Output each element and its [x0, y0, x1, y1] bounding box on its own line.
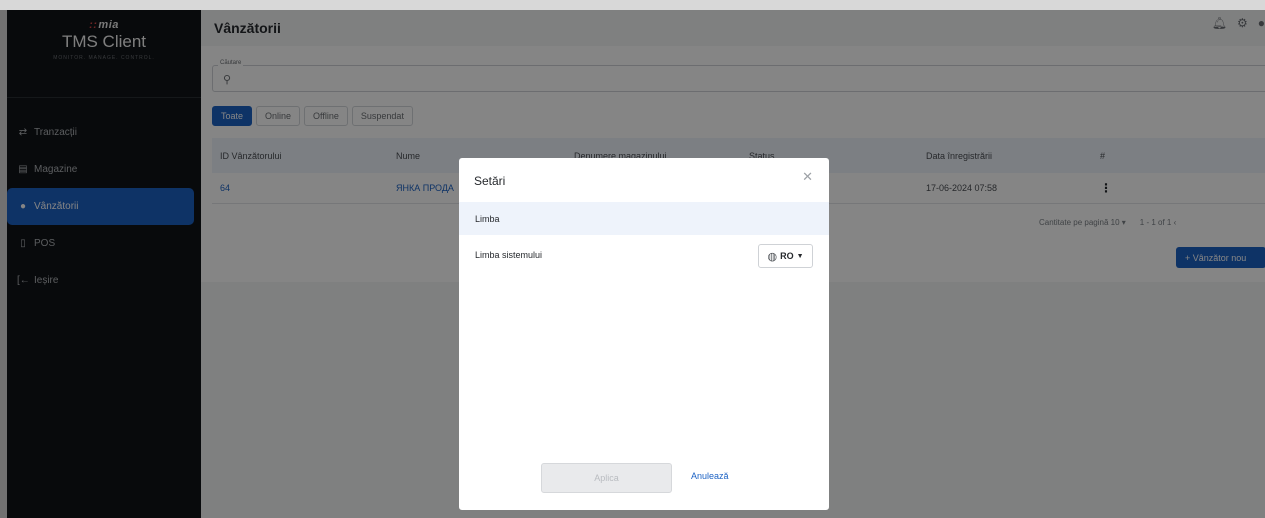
system-language-label: Limba sistemului [475, 250, 543, 260]
screen-top-strip [0, 0, 1265, 10]
cancel-button[interactable]: Anulează [691, 471, 729, 481]
language-section-header: Limba [459, 202, 829, 235]
close-icon[interactable]: ✕ [802, 169, 813, 185]
globe-icon: ◍ [767, 250, 778, 263]
settings-dialog: Setări ✕ Limba Limba sistemului ◍ RO ▼ A… [459, 158, 829, 510]
apply-button[interactable]: Aplica [541, 463, 672, 493]
language-value: RO [780, 251, 794, 261]
chevron-down-icon: ▼ [796, 252, 804, 260]
language-select[interactable]: ◍ RO ▼ [758, 244, 813, 268]
dialog-title: Setări [474, 174, 506, 188]
